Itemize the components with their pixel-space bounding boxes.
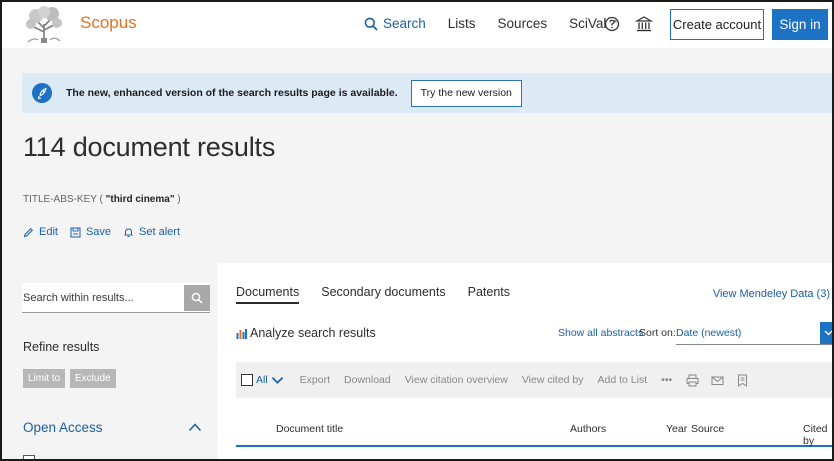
search-within-button[interactable]	[184, 285, 210, 311]
view-mendeley-data-link[interactable]: View Mendeley Data (3)	[713, 288, 830, 300]
results-main: Documents Secondary documents Patents Vi…	[218, 263, 832, 459]
view-citation-overview-button[interactable]: View citation overview	[405, 374, 508, 386]
chevron-up-icon[interactable]	[188, 422, 202, 432]
sort-value: Date (newest)	[676, 327, 742, 339]
limit-to-button[interactable]: Limit to	[23, 369, 66, 388]
app-frame: Scopus Search Lists Sources SciVal ↗ Cre…	[0, 0, 834, 461]
show-all-abstracts-link[interactable]: Show all abstracts	[558, 327, 643, 339]
query-term: "third cinema"	[102, 194, 178, 205]
banner-message: The new, enhanced version of the search …	[66, 87, 398, 99]
select-all-label: All	[256, 374, 268, 386]
nav-search-label: Search	[383, 16, 426, 31]
column-cited-by[interactable]: Cited by	[803, 423, 832, 447]
nav-scival-label: SciVal	[569, 16, 607, 31]
institution-icon[interactable]	[634, 14, 654, 34]
open-access-option[interactable]	[23, 455, 203, 459]
tab-documents[interactable]: Documents	[236, 285, 300, 304]
nav-lists[interactable]: Lists	[448, 16, 476, 31]
column-authors[interactable]: Authors	[570, 423, 606, 435]
search-within-input[interactable]	[22, 291, 182, 304]
exclude-button[interactable]: Exclude	[70, 369, 116, 388]
select-all-checkbox[interactable]	[241, 374, 253, 386]
search-within-results	[22, 283, 210, 313]
elsevier-tree-logo-icon[interactable]	[22, 4, 66, 44]
new-version-banner: The new, enhanced version of the search …	[22, 73, 832, 113]
add-to-list-button[interactable]: Add to List	[598, 374, 648, 386]
edit-search-button[interactable]: Edit	[23, 226, 58, 238]
download-button[interactable]: Download	[344, 374, 391, 386]
email-icon[interactable]	[711, 374, 724, 387]
save-label: Save	[85, 226, 112, 238]
refine-sidebar: Refine results Limit to Exclude Open Acc…	[2, 263, 218, 459]
top-header: Scopus Search Lists Sources SciVal ↗ Cre…	[2, 2, 832, 48]
column-year[interactable]: Year	[666, 423, 687, 435]
set-alert-label: Set alert	[139, 226, 181, 238]
edit-label: Edit	[39, 226, 58, 238]
results-summary-panel: The new, enhanced version of the search …	[2, 48, 832, 263]
scopus-brand[interactable]: Scopus	[80, 13, 137, 33]
bibliography-icon[interactable]	[736, 374, 749, 387]
select-all-dropdown[interactable]: All	[241, 374, 284, 387]
open-access-facet-title[interactable]: Open Access	[23, 420, 103, 435]
print-icon[interactable]	[686, 374, 699, 387]
main-nav: Search Lists Sources SciVal ↗	[364, 16, 640, 31]
save-search-button[interactable]: Save	[70, 226, 111, 238]
results-table-header: Document title Authors Year Source Cited…	[236, 415, 832, 447]
search-icon	[364, 17, 378, 31]
rocket-icon	[32, 83, 52, 103]
view-cited-by-button[interactable]: View cited by	[522, 374, 584, 386]
query-prefix: TITLE-ABS-KEY (	[23, 194, 103, 205]
results-toolbar: All Export Download View citation overvi…	[236, 362, 832, 398]
bar-chart-icon	[236, 328, 247, 339]
help-circle-icon[interactable]	[602, 14, 622, 34]
query-suffix: )	[177, 194, 181, 205]
set-alert-button[interactable]: Set alert	[123, 226, 180, 238]
nav-sources[interactable]: Sources	[498, 16, 548, 31]
page-title: 114 document results	[23, 132, 276, 162]
column-document-title[interactable]: Document title	[276, 423, 343, 435]
search-query: TITLE-ABS-KEY ( "third cinema" )	[23, 194, 181, 205]
try-new-version-button[interactable]: Try the new version	[410, 79, 522, 107]
analyze-search-results-button[interactable]: Analyze search results	[236, 326, 376, 340]
column-source[interactable]: Source	[691, 423, 724, 435]
bell-icon	[124, 227, 133, 237]
tab-patents[interactable]: Patents	[468, 285, 510, 304]
pencil-icon	[23, 227, 34, 237]
result-tabs: Documents Secondary documents Patents	[236, 285, 532, 304]
chevron-down-icon	[271, 376, 283, 384]
analyze-label: Analyze search results	[250, 326, 376, 340]
query-actions: Edit Save Set alert	[23, 226, 192, 238]
refine-results-title: Refine results	[23, 340, 100, 354]
chevron-down-icon[interactable]	[820, 322, 832, 344]
nav-search[interactable]: Search	[364, 16, 426, 31]
search-icon	[191, 292, 203, 304]
sort-label: Sort on:	[639, 327, 676, 339]
sign-in-button[interactable]: Sign in	[772, 9, 828, 40]
export-button[interactable]: Export	[300, 374, 330, 386]
more-options-button[interactable]: •••	[661, 374, 672, 386]
create-account-button[interactable]: Create account	[670, 9, 764, 40]
open-access-checkbox[interactable]	[23, 455, 35, 459]
sort-select[interactable]: Date (newest)	[676, 322, 832, 345]
save-icon	[70, 227, 81, 237]
tab-secondary-documents[interactable]: Secondary documents	[321, 285, 445, 304]
